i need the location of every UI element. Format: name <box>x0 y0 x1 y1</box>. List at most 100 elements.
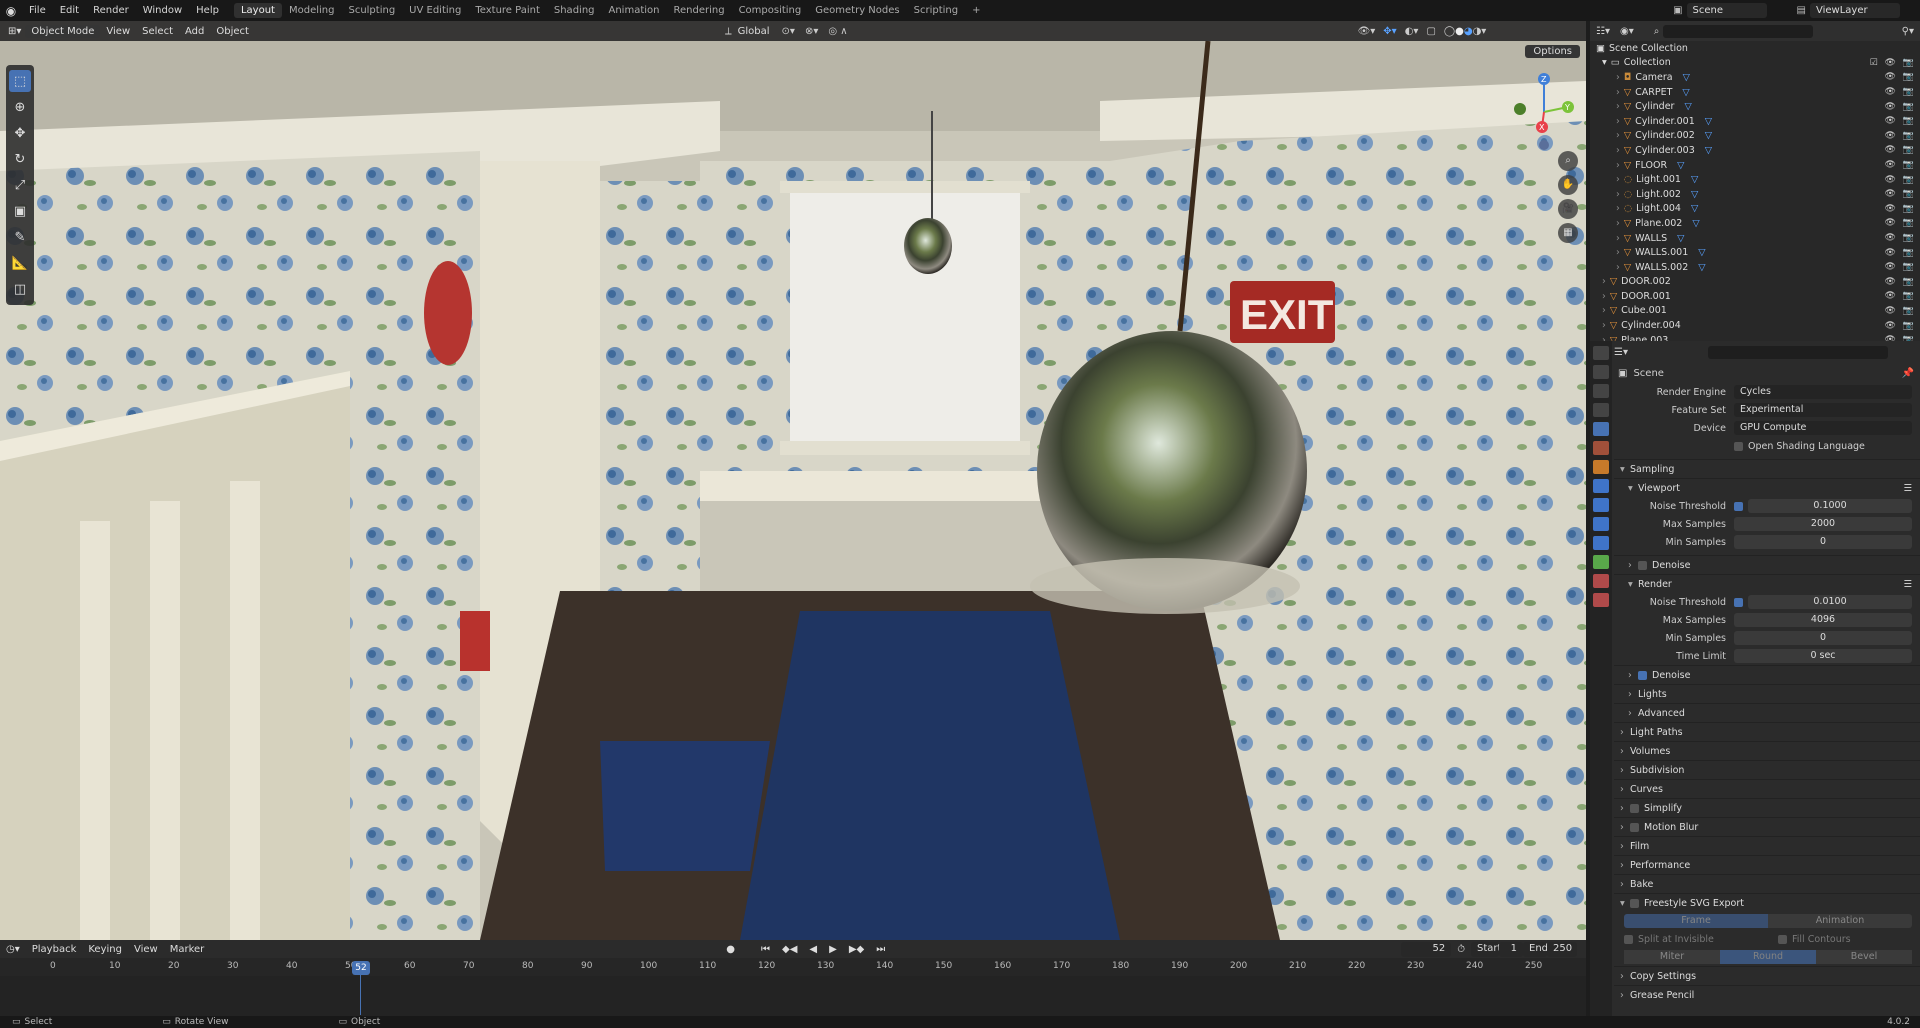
outliner-item[interactable]: › ▽ CARPET ▽ 👁 📷 <box>1590 85 1920 100</box>
outliner-item[interactable]: › ▽ Cylinder.004 👁 📷 <box>1590 318 1920 333</box>
feature-set-dropdown[interactable]: Experimental <box>1734 403 1912 417</box>
gizmo-toggle-icon[interactable]: ✥▾ <box>1383 26 1396 37</box>
outliner-scene-collection[interactable]: ▣ Scene Collection <box>1590 41 1920 56</box>
visibility-icons[interactable]: 👁 📷 <box>1885 102 1917 112</box>
panel-item[interactable]: ▾ Freestyle SVG Export <box>1614 893 1920 912</box>
outliner-item[interactable]: › ▽ WALLS.002 ▽ 👁 📷 <box>1590 260 1920 275</box>
visibility-icons[interactable]: 👁 📷 <box>1885 145 1917 155</box>
split-invisible-checkbox[interactable] <box>1624 934 1633 944</box>
r-denoise-checkbox[interactable] <box>1638 670 1647 680</box>
osl-checkbox[interactable] <box>1734 441 1743 451</box>
r-time-field[interactable]: 0 sec <box>1734 649 1912 663</box>
3d-viewport[interactable]: ⊞▾ Object Mode View Select Add Object ⟂ … <box>0 21 1586 940</box>
proportional-icon[interactable]: ◎ ∧ <box>828 26 847 37</box>
list-icon[interactable]: ☰ <box>1903 579 1912 590</box>
props-editor-type-icon[interactable]: ☰▾ <box>1614 347 1628 358</box>
menu-window[interactable]: Window <box>136 5 189 16</box>
tab-layout[interactable]: Layout <box>233 3 282 18</box>
panel-item[interactable]: › Performance <box>1614 855 1920 874</box>
cursor-tool-icon[interactable]: ⊕ <box>9 96 31 118</box>
record-icon[interactable]: ● <box>720 944 741 955</box>
subpanel-render[interactable]: ▾ Render ☰ <box>1614 574 1920 593</box>
subpanel-advanced[interactable]: › Advanced <box>1614 703 1920 722</box>
pin-icon[interactable]: 📌 <box>1902 368 1914 379</box>
frame-ruler[interactable]: 0 10 20 30 40 50 60 70 80 90 100 110 120 130 140 150 160… <box>0 958 1586 976</box>
miter-option[interactable]: Miter <box>1624 950 1720 964</box>
menu-help[interactable]: Help <box>189 5 226 16</box>
display-mode-icon[interactable]: ◉▾ <box>1620 26 1634 37</box>
timeline-editor-type-icon[interactable]: ◷▾ <box>0 944 26 955</box>
outliner-editor-type-icon[interactable]: ☷▾ <box>1596 26 1610 37</box>
playhead[interactable]: 52 <box>352 961 370 975</box>
vp-noise-checkbox[interactable] <box>1734 501 1743 511</box>
panel-item[interactable]: › Subdivision <box>1614 760 1920 779</box>
visibility-icons[interactable]: 👁 📷 <box>1885 160 1917 170</box>
tab-shading[interactable]: Shading <box>547 3 602 18</box>
panel-checkbox[interactable] <box>1630 822 1639 832</box>
outliner[interactable]: ☷▾ ◉▾ ⌕ ⚲▾ ▣ Scene Collection ▾ ▭ Collectio… <box>1590 21 1920 346</box>
panel-item[interactable]: › Bake <box>1614 874 1920 893</box>
tab-animation[interactable]: Animation <box>602 3 667 18</box>
expand-icon[interactable]: ▾ <box>1602 57 1607 68</box>
expand-icon[interactable]: › <box>1602 291 1606 302</box>
jump-start-icon[interactable]: ⏮ <box>755 944 776 955</box>
properties-editor[interactable]: ☰▾ ▣ Scene 📌 Render Engine Cycles Feature S… <box>1590 341 1920 1016</box>
modifier-tab-icon[interactable] <box>1593 479 1609 493</box>
physics-tab-icon[interactable] <box>1593 517 1609 531</box>
visibility-icons[interactable]: 👁 📷 <box>1885 306 1917 316</box>
expand-icon[interactable]: › <box>1616 101 1620 112</box>
vp-min-field[interactable]: 0 <box>1734 535 1912 549</box>
panel-sampling[interactable]: ▾ Sampling <box>1614 459 1920 478</box>
panel-checkbox[interactable] <box>1630 898 1639 908</box>
visibility-icons[interactable]: 👁 📷 <box>1885 218 1917 228</box>
select-box-tool-icon[interactable]: ⬚ <box>9 70 31 92</box>
current-frame-field[interactable]: 52 <box>1401 941 1452 957</box>
view-layer-selector[interactable]: ViewLayer <box>1810 3 1900 18</box>
shading-material-icon[interactable]: ◕ <box>1464 26 1473 37</box>
play-icon[interactable]: ▶ <box>823 944 843 955</box>
r-noise-checkbox[interactable] <box>1734 597 1743 607</box>
expand-icon[interactable]: › <box>1616 174 1620 185</box>
visibility-icons[interactable]: 👁 📷 <box>1885 248 1917 258</box>
expand-icon[interactable]: › <box>1616 160 1620 171</box>
snap-icon[interactable]: ⊗▾ <box>805 26 818 37</box>
mode-selector[interactable]: Object Mode <box>25 24 101 38</box>
tab-texture-paint[interactable]: Texture Paint <box>468 3 547 18</box>
animation-toggle[interactable]: Animation <box>1768 914 1912 928</box>
view-layer-tab-icon[interactable] <box>1593 403 1609 417</box>
panel-checkbox[interactable] <box>1630 803 1639 813</box>
expand-icon[interactable]: › <box>1616 116 1620 127</box>
visibility-icons[interactable]: 👁 📷 <box>1885 233 1917 243</box>
menu-marker[interactable]: Marker <box>164 944 211 955</box>
measure-tool-icon[interactable]: 📐 <box>9 252 31 274</box>
texture-tab-icon[interactable] <box>1593 593 1609 607</box>
add-workspace-icon[interactable]: + <box>965 3 987 18</box>
menu-object[interactable]: Object <box>210 26 255 37</box>
tab-compositing[interactable]: Compositing <box>732 3 809 18</box>
outliner-item[interactable]: › ▽ Cube.001 👁 📷 <box>1590 304 1920 319</box>
expand-icon[interactable]: › <box>1616 203 1620 214</box>
props-search-input[interactable] <box>1707 345 1888 359</box>
expand-icon[interactable]: › <box>1616 247 1620 258</box>
device-dropdown[interactable]: GPU Compute <box>1734 421 1912 435</box>
tab-sculpting[interactable]: Sculpting <box>341 3 402 18</box>
blender-logo-icon[interactable]: ◉ <box>0 4 22 18</box>
outliner-search-icon[interactable]: ⌕ <box>1654 26 1660 37</box>
outliner-item[interactable]: › ◌ Light.001 ▽ 👁 📷 <box>1590 172 1920 187</box>
visibility-icons[interactable]: 👁 📷 <box>1885 204 1917 214</box>
play-reverse-icon[interactable]: ◀ <box>803 944 823 955</box>
stopwatch-icon[interactable]: ⏱ <box>1451 944 1471 955</box>
pivot-icon[interactable]: ⊙▾ <box>782 26 795 37</box>
scene-icon[interactable]: ▣ <box>1673 5 1682 16</box>
menu-render[interactable]: Render <box>86 5 136 16</box>
xray-icon[interactable]: ▢ <box>1426 26 1435 37</box>
menu-timeline-view[interactable]: View <box>128 944 164 955</box>
menu-playback[interactable]: Playback <box>26 944 83 955</box>
panel-copy-settings[interactable]: › Copy Settings <box>1614 966 1920 985</box>
menu-select[interactable]: Select <box>136 26 179 37</box>
collection-visibility-icons[interactable]: ☑ 👁 📷 <box>1870 58 1916 68</box>
outliner-item[interactable]: › ▽ WALLS ▽ 👁 📷 <box>1590 231 1920 246</box>
expand-icon[interactable]: › <box>1602 305 1606 316</box>
prev-keyframe-icon[interactable]: ◆◀ <box>776 944 803 955</box>
menu-keying[interactable]: Keying <box>82 944 128 955</box>
